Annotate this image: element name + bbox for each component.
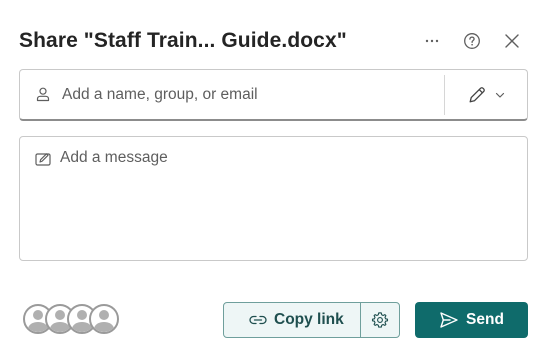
dialog-title: Share "Staff Train... Guide.docx" bbox=[19, 29, 347, 52]
send-button[interactable]: Send bbox=[415, 302, 528, 338]
copy-link-button[interactable]: Copy link bbox=[224, 303, 360, 337]
dialog-header: Share "Staff Train... Guide.docx" bbox=[19, 24, 529, 58]
chevron-down-icon bbox=[495, 92, 505, 98]
send-icon bbox=[440, 312, 458, 328]
pencil-edit-icon bbox=[469, 86, 485, 102]
copy-link-label: Copy link bbox=[274, 311, 344, 328]
gear-icon bbox=[371, 312, 388, 328]
copy-link-group: Copy link bbox=[223, 302, 400, 338]
share-dialog: Share "Staff Train... Guide.docx" Add a … bbox=[0, 0, 545, 350]
avatar bbox=[89, 304, 119, 334]
header-actions bbox=[415, 24, 529, 58]
compose-message-icon bbox=[35, 153, 51, 166]
shared-with-avatars[interactable] bbox=[23, 304, 119, 334]
message-input[interactable] bbox=[60, 149, 515, 249]
link-icon bbox=[249, 315, 267, 325]
person-icon bbox=[36, 87, 50, 102]
permission-dropdown-button[interactable] bbox=[445, 70, 527, 119]
close-icon bbox=[505, 34, 519, 48]
people-input-wrap bbox=[20, 70, 444, 119]
close-button[interactable] bbox=[495, 24, 529, 58]
people-search-input[interactable] bbox=[60, 84, 424, 105]
more-horizontal-icon bbox=[425, 39, 439, 43]
help-button[interactable] bbox=[455, 24, 489, 58]
send-label: Send bbox=[466, 311, 504, 328]
link-settings-button[interactable] bbox=[361, 303, 399, 337]
people-picker bbox=[19, 69, 528, 121]
help-circle-icon bbox=[464, 33, 480, 49]
message-box bbox=[19, 136, 528, 261]
more-options-button[interactable] bbox=[415, 24, 449, 58]
